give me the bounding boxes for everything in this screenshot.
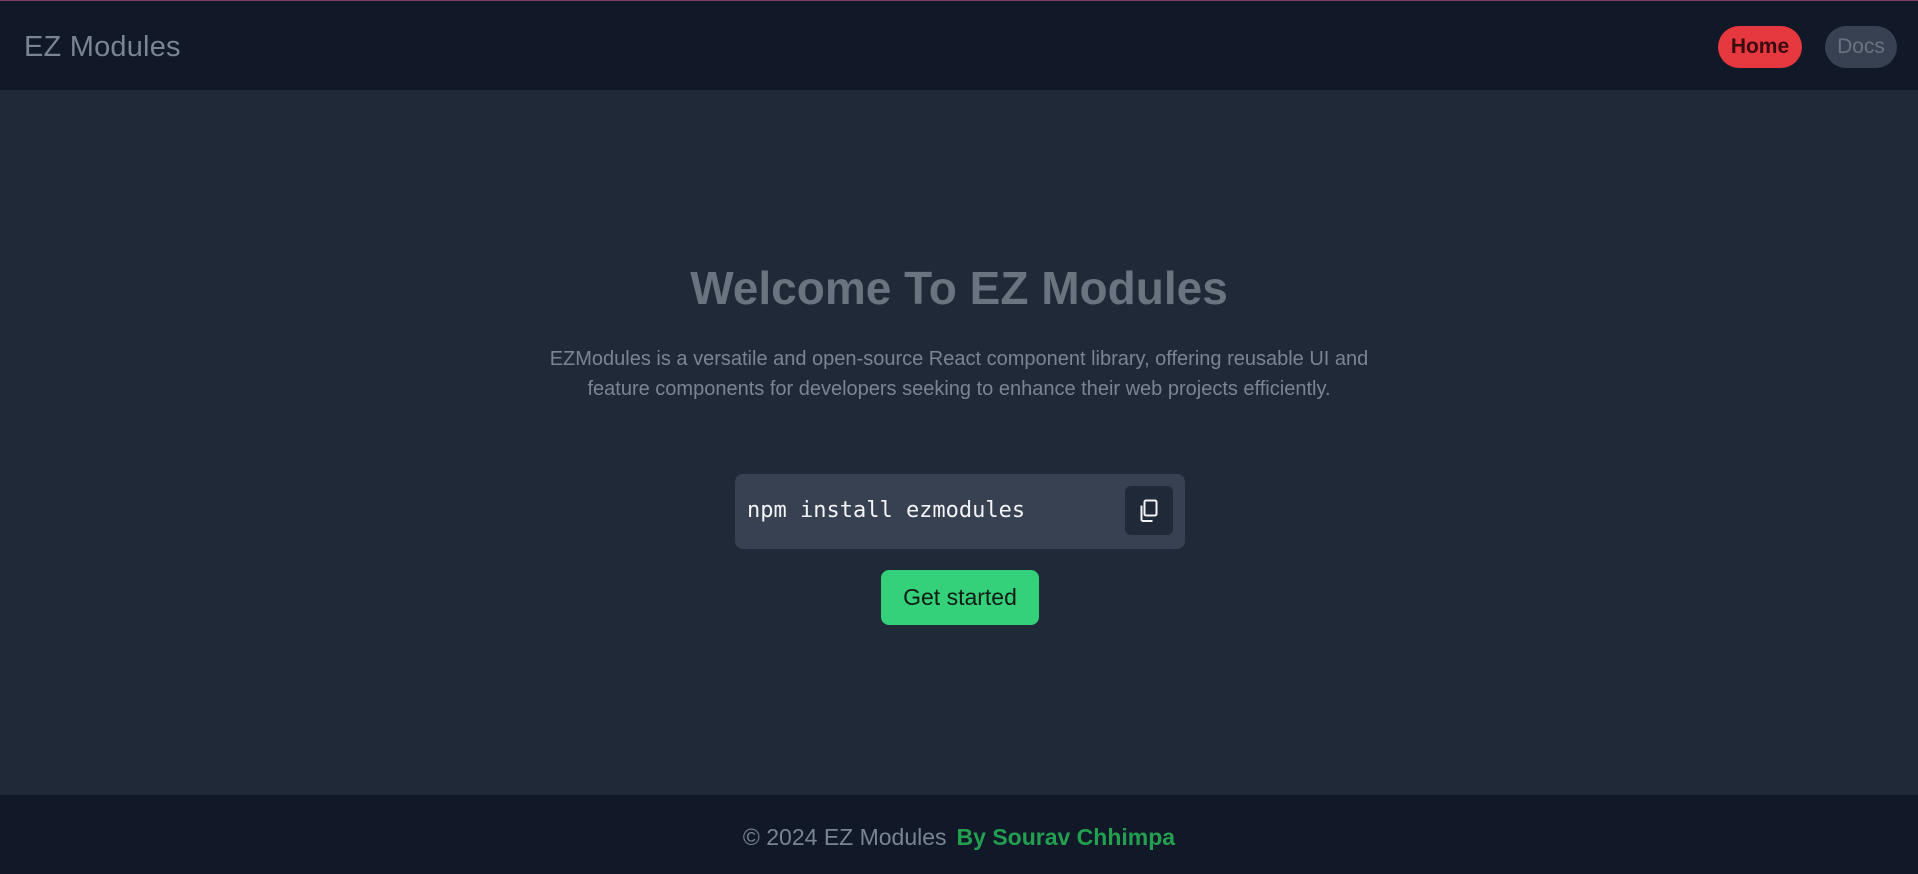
copy-button[interactable]	[1125, 486, 1173, 535]
nav-docs-button[interactable]: Docs	[1825, 26, 1897, 68]
hero-section: Welcome To EZ Modules EZModules is a ver…	[0, 90, 1918, 795]
get-started-button[interactable]: Get started	[881, 570, 1039, 625]
navbar: EZ Modules Home Docs	[0, 0, 1918, 90]
footer-author-link[interactable]: By Sourav Chhimpa	[957, 824, 1176, 850]
copy-icon	[1140, 499, 1158, 522]
nav-home-button[interactable]: Home	[1718, 26, 1802, 68]
hero-title: Welcome To EZ Modules	[690, 262, 1228, 314]
install-command-text[interactable]: npm install ezmodules	[747, 494, 1025, 528]
brand-logo-text[interactable]: EZ Modules	[24, 29, 181, 65]
hero-description: EZModules is a versatile and open-source…	[549, 348, 1369, 400]
install-command-box: npm install ezmodules	[735, 474, 1185, 549]
footer-copyright: © 2024 EZ Modules	[742, 824, 947, 850]
footer: © 2024 EZ Modules By Sourav Chhimpa	[0, 795, 1918, 874]
app-root: EZ Modules Home Docs Welcome To EZ Modul…	[0, 0, 1918, 874]
